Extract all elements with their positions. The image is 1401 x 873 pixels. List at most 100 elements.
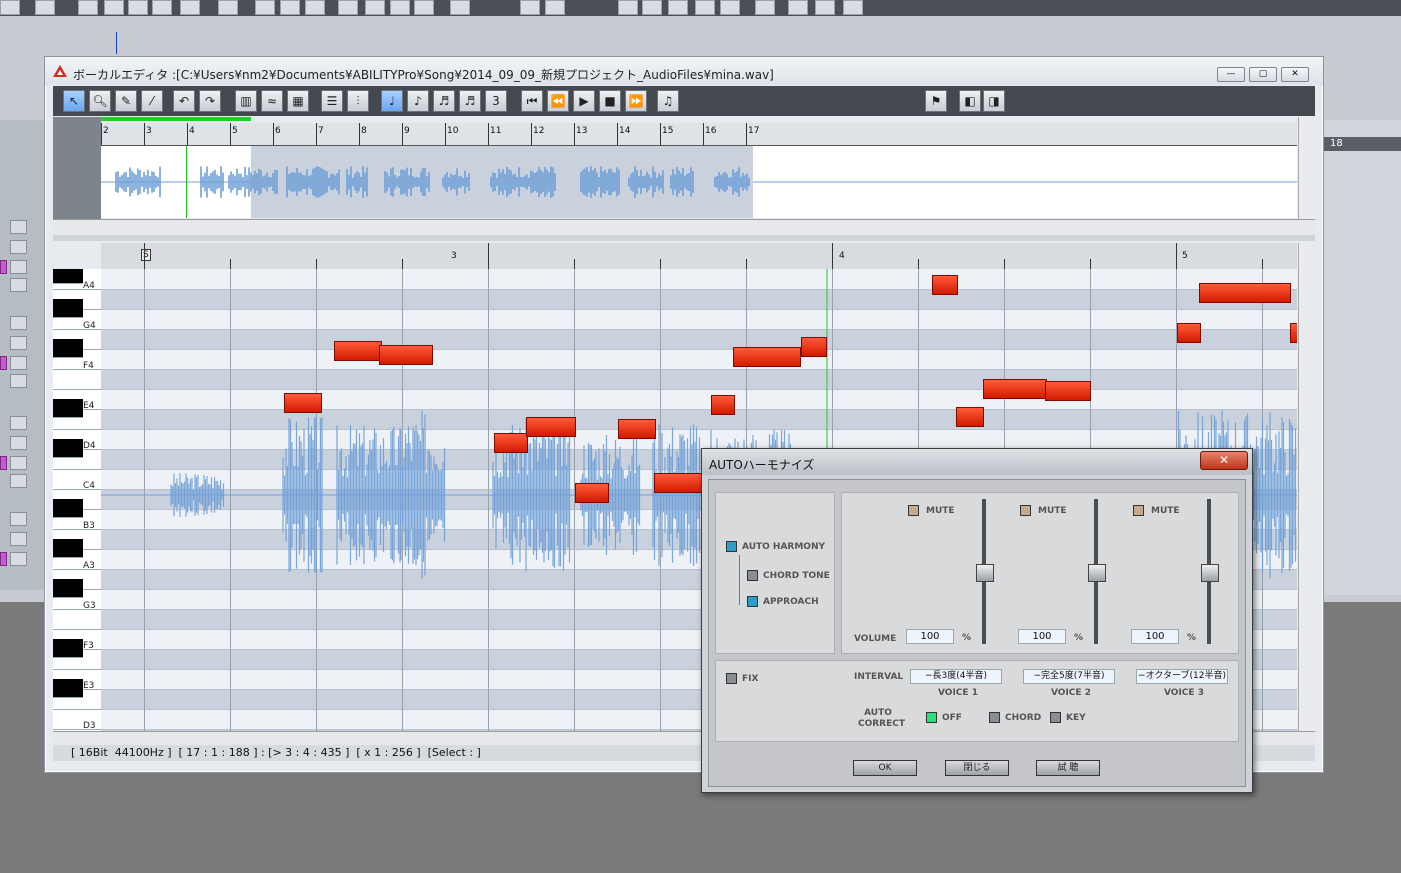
voice-2-mute-checkbox[interactable]	[1020, 505, 1031, 516]
pitch-note[interactable]	[956, 407, 984, 427]
pitch-note[interactable]	[526, 417, 576, 437]
list-view-icon[interactable]: ☰	[321, 90, 343, 112]
track-button[interactable]	[10, 474, 27, 488]
pitch-note[interactable]	[379, 345, 433, 365]
white-key[interactable]	[53, 369, 101, 390]
main-toolbar-button[interactable]	[618, 0, 638, 15]
voice-1-volume-fader[interactable]	[976, 499, 994, 644]
piano-keyboard[interactable]: A4G4F4E4D4C4B3A3G3F3E3D3C3	[53, 269, 101, 731]
track-button[interactable]	[10, 220, 27, 234]
ok-button[interactable]: OK	[853, 760, 917, 776]
pitch-view-icon[interactable]: ≈	[261, 90, 283, 112]
metronome-icon[interactable]: ♫	[657, 90, 679, 112]
voice-2-volume-value[interactable]: 100	[1018, 629, 1066, 644]
pianoroll-ruler[interactable]: S 3 4 5	[101, 243, 1297, 270]
pitch-note[interactable]	[575, 483, 609, 503]
eraser-pen-icon[interactable]: ⁄	[141, 90, 163, 112]
pitch-note[interactable]	[1290, 323, 1297, 343]
overview-vertical-scrollbar[interactable]	[1298, 117, 1315, 219]
zoom-icon[interactable]: 🔍︎	[89, 90, 111, 112]
track-button[interactable]	[10, 260, 27, 274]
white-key[interactable]	[53, 609, 101, 630]
chord-tone-checkbox[interactable]	[747, 570, 758, 581]
auto-correct-key-radio[interactable]	[1050, 712, 1061, 723]
auto-harmony-checkbox[interactable]	[726, 541, 737, 552]
pitch-note[interactable]	[801, 337, 827, 357]
black-key[interactable]	[53, 399, 83, 418]
main-toolbar-button[interactable]	[128, 0, 148, 15]
marker-left-icon[interactable]: ◧	[959, 90, 981, 112]
close-dialog-button[interactable]: 閉じる	[945, 760, 1009, 776]
main-toolbar-button[interactable]	[390, 0, 410, 15]
main-toolbar-button[interactable]	[668, 0, 688, 15]
main-toolbar-button[interactable]	[815, 0, 835, 15]
main-toolbar-button[interactable]	[450, 0, 470, 15]
track-button[interactable]	[10, 336, 27, 350]
main-toolbar-button[interactable]	[305, 0, 325, 15]
main-toolbar-button[interactable]	[338, 0, 358, 15]
voice-3-volume-value[interactable]: 100	[1131, 629, 1179, 644]
voice-1-mute-checkbox[interactable]	[908, 505, 919, 516]
pencil-icon[interactable]: ✎	[115, 90, 137, 112]
pitch-note[interactable]	[618, 419, 656, 439]
fix-checkbox[interactable]	[726, 673, 737, 684]
black-key[interactable]	[53, 269, 83, 284]
fader-handle[interactable]	[976, 563, 994, 582]
black-key[interactable]	[53, 439, 83, 458]
audition-button[interactable]: 試 聴	[1036, 760, 1100, 776]
track-button[interactable]	[10, 552, 27, 566]
voice-3-interval-field[interactable]: −オクターブ(12半音)	[1136, 669, 1228, 684]
pane-splitter[interactable]	[53, 235, 1315, 241]
pitch-note[interactable]	[733, 347, 801, 367]
rewind-icon[interactable]: ⏪	[547, 90, 569, 112]
grid-view-icon[interactable]: ▦	[287, 90, 309, 112]
quarter-note-icon[interactable]: ♩	[381, 90, 403, 112]
voice-3-volume-fader[interactable]	[1201, 499, 1219, 644]
main-toolbar-button[interactable]	[545, 0, 565, 15]
go-start-icon[interactable]: ⏮	[521, 90, 543, 112]
close-button[interactable]: ✕	[1281, 67, 1309, 82]
dialog-close-button[interactable]: ✕	[1200, 451, 1248, 470]
track-button[interactable]	[10, 240, 27, 254]
black-key[interactable]	[53, 639, 83, 658]
voice-1-volume-value[interactable]: 100	[906, 629, 954, 644]
main-toolbar-button[interactable]	[78, 0, 98, 15]
main-toolbar-button[interactable]	[755, 0, 775, 15]
stop-icon[interactable]: ■	[599, 90, 621, 112]
maximize-button[interactable]: ▢	[1249, 67, 1277, 82]
black-key[interactable]	[53, 539, 83, 558]
pitch-note[interactable]	[1199, 283, 1291, 303]
pitch-note[interactable]	[932, 275, 958, 295]
marker-flag-icon[interactable]: ⚑	[925, 90, 947, 112]
fader-handle[interactable]	[1201, 563, 1219, 582]
main-toolbar-button[interactable]	[35, 0, 55, 15]
main-toolbar-button[interactable]	[180, 0, 200, 15]
track-button[interactable]	[10, 512, 27, 526]
pitch-note[interactable]	[983, 379, 1047, 399]
overview-horizontal-scrollbar[interactable]	[53, 219, 1315, 234]
pitch-note[interactable]	[494, 433, 528, 453]
pitch-note[interactable]	[711, 395, 735, 415]
track-button[interactable]	[10, 316, 27, 330]
auto-correct-chord-radio[interactable]	[989, 712, 1000, 723]
main-toolbar-button[interactable]	[152, 0, 172, 15]
main-toolbar-button[interactable]	[0, 0, 20, 15]
play-icon[interactable]: ▶	[573, 90, 595, 112]
start-marker[interactable]: S	[141, 249, 151, 261]
main-toolbar-button[interactable]	[720, 0, 740, 15]
thirtysecond-note-icon[interactable]: ♬	[459, 90, 481, 112]
voice-2-volume-fader[interactable]	[1088, 499, 1106, 644]
main-toolbar-button[interactable]	[642, 0, 662, 15]
black-key[interactable]	[53, 339, 83, 358]
voice-1-interval-field[interactable]: −長3度(4半音)	[910, 669, 1002, 684]
sixteenth-note-icon[interactable]: ♬	[433, 90, 455, 112]
fast-forward-icon[interactable]: ⏩	[625, 90, 647, 112]
marker-right-icon[interactable]: ◨	[983, 90, 1005, 112]
approach-checkbox[interactable]	[747, 596, 758, 607]
pitch-note[interactable]	[284, 393, 322, 413]
main-toolbar-button[interactable]	[280, 0, 300, 15]
main-toolbar-button[interactable]	[218, 0, 238, 15]
black-key[interactable]	[53, 679, 83, 698]
pianoroll-vertical-scrollbar[interactable]	[1298, 243, 1315, 731]
mixer-icon[interactable]: ⫶	[347, 90, 369, 112]
